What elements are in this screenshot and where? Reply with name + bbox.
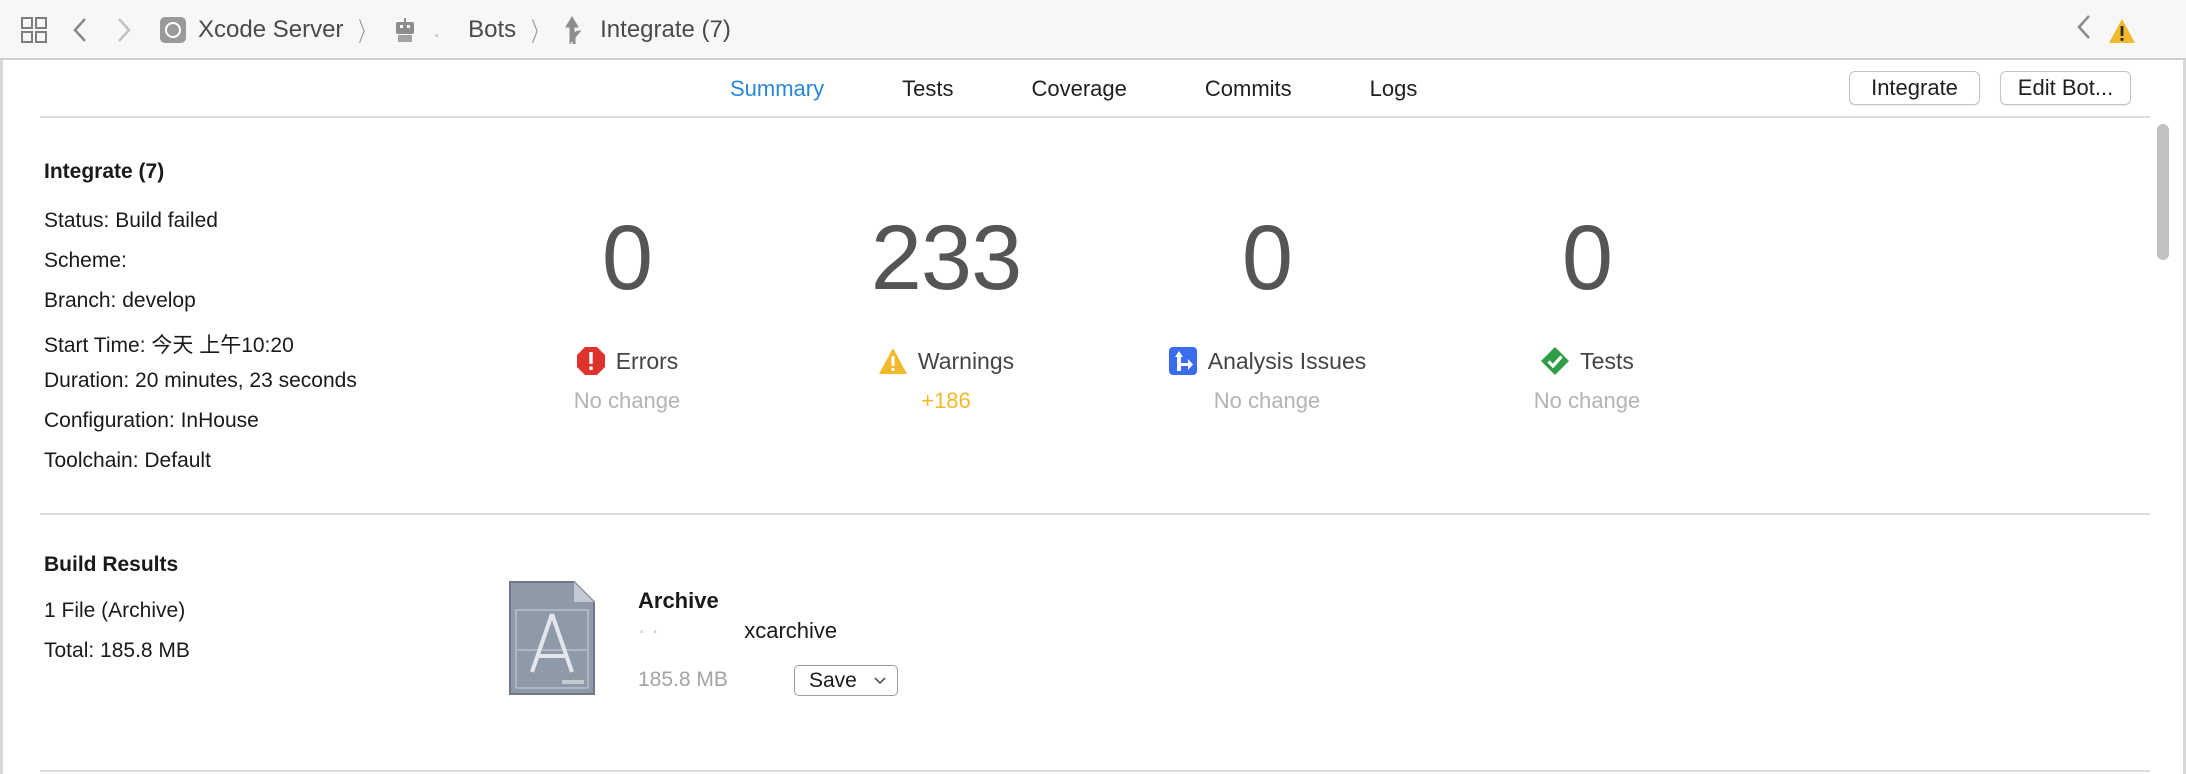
- analysis-issues-metric[interactable]: 0 Analysis Issues No change: [1107, 212, 1427, 414]
- grid-icon[interactable]: [18, 14, 50, 46]
- analysis-issues-label: Analysis Issues: [1207, 347, 1367, 374]
- archive-filename: · · xcarchive: [638, 618, 837, 644]
- archive-icon[interactable]: [506, 580, 596, 696]
- issue-navigator: [2076, 14, 2136, 48]
- breadcrumb-server-label: Xcode Server: [198, 16, 344, 43]
- errors-metric[interactable]: 0 Errors No change: [467, 212, 787, 414]
- tests-metric[interactable]: 0 Tests No change: [1427, 212, 1747, 414]
- toolchain-text: Toolchain: Default: [44, 449, 211, 472]
- scrollbar[interactable]: [2157, 124, 2169, 260]
- breadcrumb-integration[interactable]: Integrate (7): [564, 15, 731, 45]
- duration-text: Duration: 20 minutes, 23 seconds: [44, 369, 357, 392]
- breadcrumb-bots-label: Bots: [468, 16, 517, 43]
- warnings-change: +186: [921, 388, 971, 413]
- tab-logs[interactable]: Logs: [1370, 76, 1418, 102]
- window-frame-left: [0, 60, 3, 774]
- save-button-label: Save: [809, 668, 857, 692]
- jump-bar: Xcode Server 〉 . Bots 〉 Integrate (7): [0, 0, 2186, 60]
- warnings-metric[interactable]: 233 Warnings +186: [786, 212, 1106, 414]
- warning-icon: [878, 346, 908, 376]
- warnings-count: 233: [870, 207, 1023, 309]
- warning-icon[interactable]: [2108, 18, 2136, 44]
- bot-icon: [391, 16, 419, 44]
- integrate-button[interactable]: Integrate: [1849, 71, 1980, 105]
- save-button[interactable]: Save: [794, 665, 898, 696]
- status-text: Status: Build failed: [44, 209, 218, 232]
- breadcrumb-server[interactable]: Xcode Server: [160, 16, 343, 44]
- errors-change: No change: [573, 388, 681, 413]
- errors-label: Errors: [615, 347, 679, 374]
- configuration-text: Configuration: InHouse: [44, 409, 259, 432]
- branch-text: Branch: develop: [44, 289, 196, 312]
- redacted-text: · ·: [638, 618, 733, 643]
- breadcrumb-integration-label: Integrate (7): [600, 16, 731, 43]
- archive-filename-label: xcarchive: [744, 618, 838, 643]
- integration-title: Integrate (7): [44, 160, 165, 183]
- analysis-icon: [1168, 346, 1198, 376]
- divider: [40, 513, 2150, 515]
- build-results-total: Total: 185.8 MB: [44, 639, 190, 662]
- forward-icon[interactable]: [108, 14, 140, 46]
- analysis-issues-change: No change: [1213, 388, 1321, 413]
- redacted-text: .: [433, 16, 461, 43]
- tests-change: No change: [1533, 388, 1641, 413]
- breadcrumb-separator-icon: 〉: [531, 16, 547, 47]
- build-results-title: Build Results: [44, 553, 179, 576]
- back-icon[interactable]: [64, 14, 96, 46]
- breadcrumb: Xcode Server 〉 . Bots 〉 Integrate (7): [160, 12, 731, 48]
- tests-label: Tests: [1580, 347, 1634, 374]
- tab-summary[interactable]: Summary: [730, 76, 824, 102]
- build-results-files: 1 File (Archive): [44, 599, 186, 622]
- scheme-text: Scheme:: [44, 249, 127, 272]
- tab-commits[interactable]: Commits: [1205, 76, 1292, 102]
- chevron-down-icon: [873, 670, 887, 695]
- start-time-text: Start Time: 今天 上午10:20: [44, 334, 294, 357]
- analysis-issues-count: 0: [1241, 207, 1293, 309]
- previous-issue-icon[interactable]: [2076, 14, 2092, 48]
- divider: [40, 116, 2150, 118]
- warnings-label: Warnings: [917, 347, 1015, 374]
- divider: [40, 770, 2150, 772]
- tests-count: 0: [1561, 207, 1613, 309]
- errors-count: 0: [601, 207, 653, 309]
- tab-bar: Summary Tests Coverage Commits Logs: [700, 72, 1495, 106]
- error-icon: [576, 346, 606, 376]
- server-icon: [160, 17, 186, 43]
- breadcrumb-separator-icon: 〉: [358, 16, 375, 47]
- tab-tests[interactable]: Tests: [902, 76, 953, 102]
- integration-icon: [564, 15, 586, 45]
- tab-coverage[interactable]: Coverage: [1031, 76, 1126, 102]
- archive-size: 185.8 MB: [638, 668, 728, 691]
- tests-passed-icon: [1540, 346, 1570, 376]
- archive-title: Archive: [638, 588, 719, 613]
- breadcrumb-bots[interactable]: . Bots: [391, 16, 516, 44]
- edit-bot-button[interactable]: Edit Bot...: [2000, 71, 2131, 105]
